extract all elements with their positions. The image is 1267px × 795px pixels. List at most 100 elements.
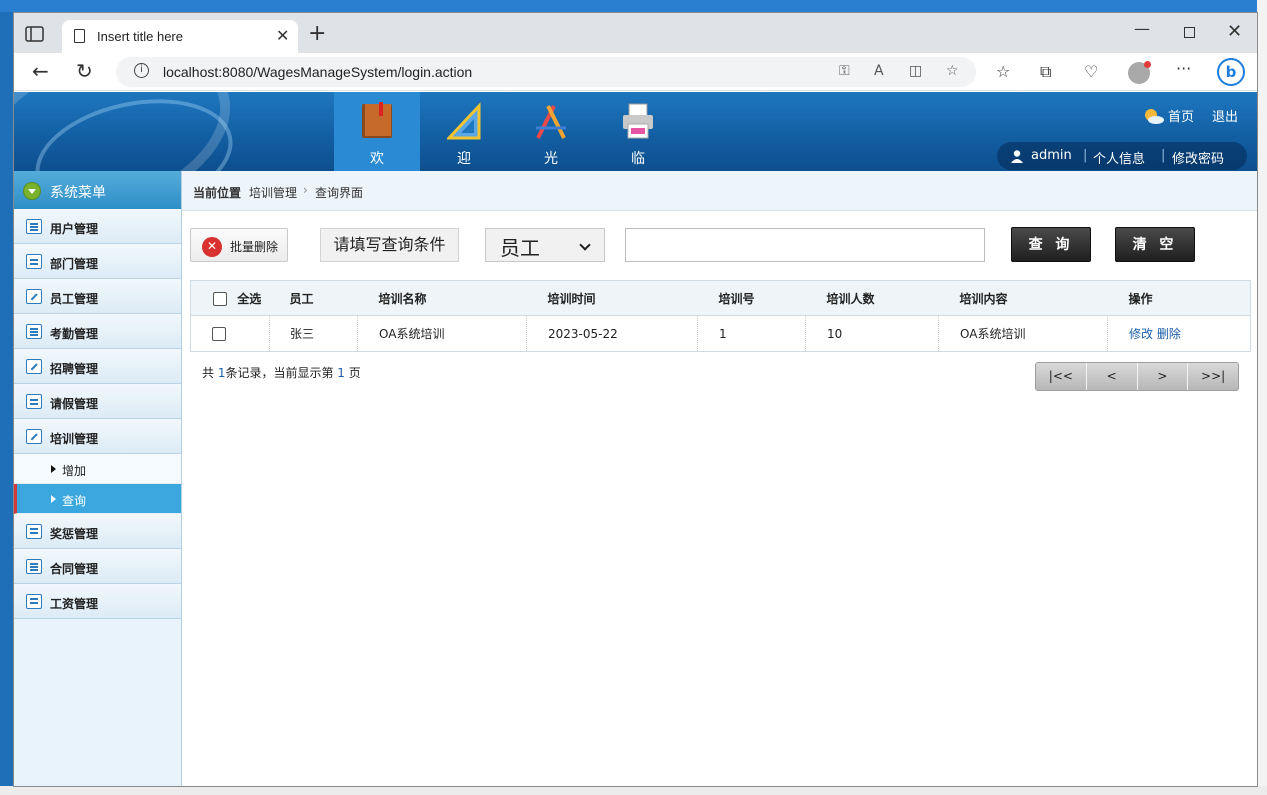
breadcrumb-training[interactable]: 培训管理 — [249, 184, 297, 201]
column-header: 操作 — [1107, 280, 1251, 316]
pagination-suffix: 页 — [344, 366, 361, 380]
pagination-middle: 条记录，当前显示第 — [225, 366, 338, 380]
batch-delete-button[interactable]: ✕ 批量删除 — [190, 228, 288, 262]
read-aloud-icon[interactable]: A — [874, 63, 884, 79]
edit-icon — [26, 429, 42, 444]
column-header: 培训人数 — [805, 280, 939, 316]
sidebar-item-label: 招聘管理 — [50, 362, 99, 376]
last-page-button[interactable]: >>| — [1188, 363, 1238, 390]
split-screen-icon[interactable]: ◫ — [909, 63, 922, 79]
logout-link[interactable]: 退出 — [1212, 106, 1238, 125]
cell-training-time: 2023-05-22 — [526, 315, 698, 352]
next-page-button[interactable]: > — [1138, 363, 1189, 390]
new-tab-icon[interactable]: + — [308, 21, 326, 46]
info-icon[interactable]: i — [134, 63, 149, 78]
key-icon[interactable]: ⚿ — [839, 63, 850, 79]
delete-link[interactable]: 删除 — [1157, 327, 1181, 341]
book-icon — [362, 102, 392, 138]
navigation-bar: ← ↻ i localhost:8080/WagesManageSystem/l… — [14, 53, 1257, 91]
browser-tab[interactable]: Insert title here ✕ — [62, 20, 298, 53]
select-all-header[interactable]: 全选 — [190, 280, 270, 316]
top-nav-label: 光 — [544, 151, 558, 167]
close-window-icon[interactable]: ✕ — [1227, 21, 1242, 42]
list-icon — [26, 324, 42, 339]
sidebar-item-training[interactable]: 培训管理 — [14, 419, 181, 454]
back-icon[interactable]: ← — [32, 59, 49, 83]
pagination-summary: 共 1条记录，当前显示第 1 页 — [202, 364, 361, 381]
minimize-icon[interactable]: — — [1134, 19, 1150, 38]
sidebar-header[interactable]: 系统菜单 — [14, 171, 181, 209]
top-nav-item-3[interactable]: 光 — [508, 92, 594, 171]
sidebar-item-recruitment[interactable]: 招聘管理 — [14, 349, 181, 384]
favorites-icon[interactable]: ☆ — [996, 62, 1010, 81]
column-header: 培训内容 — [938, 280, 1108, 316]
query-button[interactable]: 查 询 — [1011, 227, 1091, 262]
maximize-icon[interactable] — [1184, 27, 1195, 38]
cell-training-no: 1 — [697, 315, 806, 352]
collapse-icon — [23, 182, 41, 200]
sidebar-item-label: 培训管理 — [50, 432, 99, 446]
edit-link[interactable]: 修改 — [1129, 327, 1153, 341]
top-nav-item-4[interactable]: 临 — [595, 92, 681, 171]
top-nav-item-2[interactable]: 迎 — [421, 92, 507, 171]
previous-page-button[interactable]: < — [1087, 363, 1138, 390]
drawing-tools-icon — [536, 105, 566, 139]
calendar-icon — [26, 524, 42, 539]
top-nav-label: 临 — [631, 151, 645, 167]
home-link[interactable]: 首页 — [1168, 106, 1194, 125]
query-field-select[interactable]: 员工 — [485, 228, 605, 262]
notification-dot — [1144, 61, 1151, 68]
sidebar-item-leave[interactable]: 请假管理 — [14, 384, 181, 419]
sidebar-subitem-query[interactable]: 查询 — [14, 484, 181, 514]
more-icon[interactable]: ··· — [1176, 59, 1191, 78]
user-bar: admin | 个人信息 | 修改密码 — [997, 142, 1247, 170]
row-checkbox-cell — [190, 315, 270, 352]
cell-employee: 张三 — [269, 315, 358, 352]
collections-icon[interactable]: ⧉ — [1040, 62, 1051, 82]
select-value: 员工 — [500, 236, 540, 260]
sidebar-item-label: 请假管理 — [50, 397, 99, 411]
sidebar-subitem-add[interactable]: 增加 — [14, 454, 181, 484]
main-content: 当前位置 培训管理 › 查询界面 ✕ 批量删除 请填写查询条件 员工 查 询 清… — [182, 171, 1257, 786]
breadcrumb-query-page: 查询界面 — [315, 186, 364, 200]
add-favorite-icon[interactable]: ☆ — [946, 63, 959, 79]
refresh-icon[interactable]: ↻ — [76, 59, 93, 83]
browser-essentials-icon[interactable]: ♡ — [1084, 62, 1098, 81]
sidebar-item-departments[interactable]: 部门管理 — [14, 244, 181, 279]
change-password-link[interactable]: 修改密码 — [1172, 148, 1224, 167]
sidebar: 系统菜单 用户管理 部门管理 员工管理 考勤管理 招聘管理 请假管理 培训管理 … — [14, 171, 182, 786]
training-table: 全选 员工 培训名称 培训时间 培训号 培训人数 培训内容 操作 张三 OA系统… — [190, 280, 1251, 352]
tab-actions-icon[interactable] — [24, 25, 46, 43]
first-page-button[interactable]: |<< — [1036, 363, 1087, 390]
column-header: 员工 — [269, 280, 358, 316]
query-condition-label: 请填写查询条件 — [320, 228, 459, 262]
close-tab-icon[interactable]: ✕ — [276, 26, 289, 45]
address-bar[interactable]: i localhost:8080/WagesManageSystem/login… — [116, 57, 976, 87]
search-input[interactable] — [625, 228, 985, 262]
top-nav-label: 迎 — [457, 151, 471, 167]
url-text: localhost:8080/WagesManageSystem/login.a… — [163, 64, 473, 80]
bing-icon[interactable]: b — [1217, 58, 1245, 86]
sidebar-item-contracts[interactable]: 合同管理 — [14, 549, 181, 584]
sidebar-item-rewards[interactable]: 奖惩管理 — [14, 514, 181, 549]
sidebar-item-label: 部门管理 — [50, 257, 99, 271]
select-all-checkbox[interactable] — [213, 292, 227, 306]
sidebar-subitem-label: 查询 — [62, 494, 87, 508]
sidebar-item-attendance[interactable]: 考勤管理 — [14, 314, 181, 349]
sidebar-item-wages[interactable]: 工资管理 — [14, 584, 181, 619]
caret-right-icon — [51, 465, 56, 473]
user-name: admin — [1031, 148, 1072, 163]
separator: | — [1083, 148, 1088, 163]
top-nav-item-1[interactable]: 欢 — [334, 92, 420, 171]
breadcrumb-lead: 当前位置 — [193, 186, 242, 200]
profile-link[interactable]: 个人信息 — [1093, 148, 1145, 167]
sidebar-item-label: 考勤管理 — [50, 327, 99, 341]
sidebar-item-users[interactable]: 用户管理 — [14, 209, 181, 244]
clear-button[interactable]: 清 空 — [1115, 227, 1195, 262]
browser-window: Insert title here ✕ + — ✕ ← ↻ i localhos… — [13, 12, 1258, 787]
sidebar-subitem-label: 增加 — [62, 464, 87, 478]
edit-icon — [26, 359, 42, 374]
row-checkbox[interactable] — [212, 326, 226, 341]
sidebar-item-label: 合同管理 — [50, 562, 99, 576]
sidebar-item-employees[interactable]: 员工管理 — [14, 279, 181, 314]
